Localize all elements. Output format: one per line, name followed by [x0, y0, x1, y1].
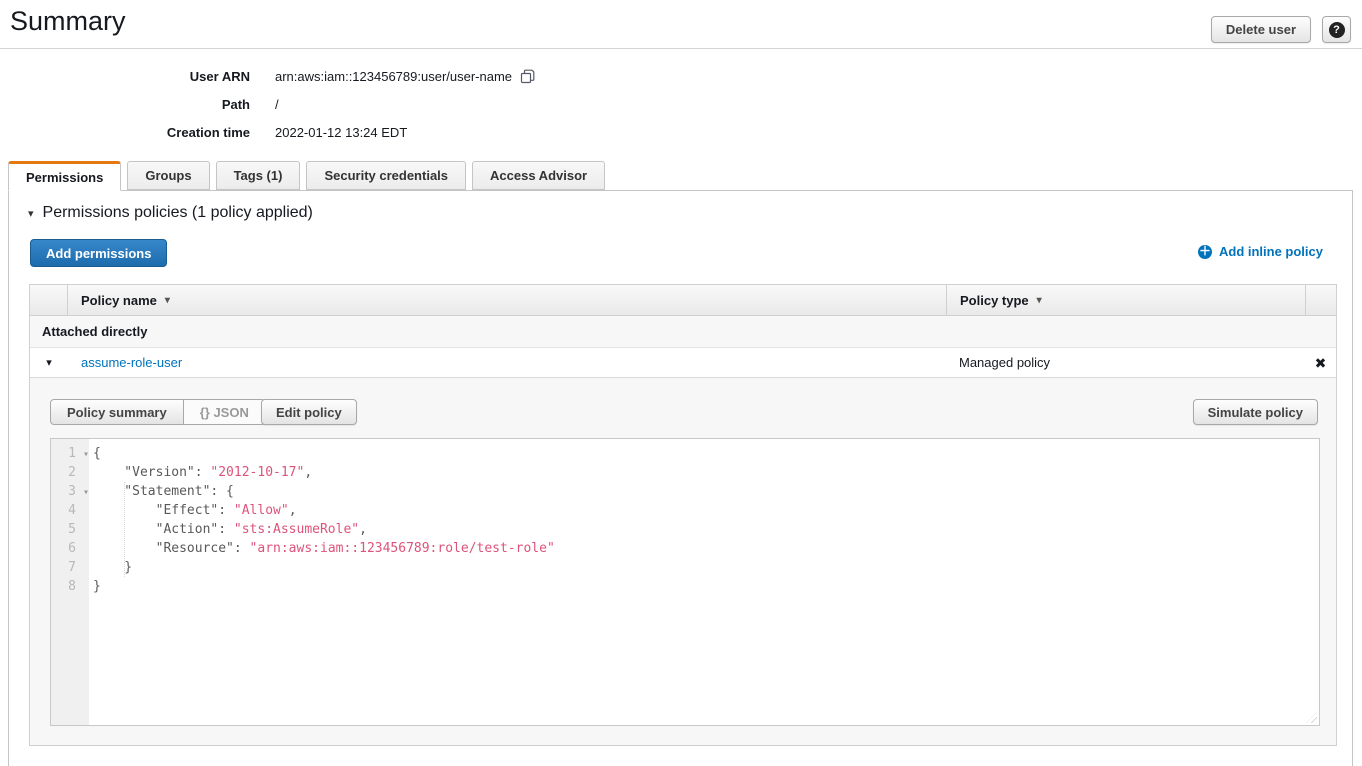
code-line: "Version": "2012-10-17",: [93, 463, 1319, 482]
policy-detail-expanded-area: Policy summary {} JSON Edit policy Simul…: [30, 378, 1336, 746]
policy-type-sort[interactable]: Policy type ▾: [960, 293, 1042, 308]
code-line: {: [93, 444, 1319, 463]
attached-directly-group-row: Attached directly: [30, 316, 1336, 348]
tab-tags[interactable]: Tags (1): [216, 161, 301, 190]
add-inline-policy-link[interactable]: ＋ Add inline policy: [1198, 244, 1323, 259]
code-line: }: [93, 558, 1319, 577]
header-actions: Delete user ?: [1211, 16, 1351, 43]
creation-time-row: Creation time 2022-01-12 13:24 EDT: [0, 118, 535, 146]
user-info: User ARN arn:aws:iam::123456789:user/use…: [0, 62, 535, 146]
creation-time-label: Creation time: [0, 125, 250, 140]
json-toggle-button[interactable]: {} JSON: [184, 399, 266, 425]
policy-detail-buttons: Policy summary {} JSON Edit policy Simul…: [50, 399, 1318, 425]
user-arn-text: arn:aws:iam::123456789:user/user-name: [275, 69, 512, 84]
tab-access-advisor[interactable]: Access Advisor: [472, 161, 605, 190]
copy-icon[interactable]: [520, 69, 535, 84]
permissions-policies-section-toggle[interactable]: ▾ Permissions policies (1 policy applied…: [28, 204, 313, 222]
code-line: "Action": "sts:AssumeRole",: [93, 520, 1319, 539]
simulate-policy-button[interactable]: Simulate policy: [1193, 399, 1318, 425]
user-arn-label: User ARN: [0, 69, 250, 84]
delete-user-button[interactable]: Delete user: [1211, 16, 1311, 43]
iam-user-summary-page: Summary Delete user ? User ARN arn:aws:i…: [0, 0, 1362, 766]
code-line: "Statement": {: [93, 482, 1319, 501]
remove-policy-x-icon[interactable]: ✖: [1315, 356, 1327, 370]
sort-caret-icon: ▾: [1037, 295, 1042, 306]
policy-type-cell: Managed policy: [946, 355, 1305, 370]
policy-table-header: Policy name ▾ Policy type ▾: [30, 285, 1336, 316]
page-title: Summary: [10, 6, 126, 37]
line-number: 4: [51, 501, 89, 520]
section-collapse-caret-icon: ▾: [28, 207, 34, 220]
question-mark-icon: ?: [1329, 22, 1345, 38]
section-title: Permissions policies (1 policy applied): [43, 204, 313, 222]
code-line: "Effect": "Allow",: [93, 501, 1319, 520]
policy-table: Policy name ▾ Policy type ▾ Attached dir…: [29, 284, 1337, 746]
policy-summary-button[interactable]: Policy summary: [50, 399, 184, 425]
json-policy-editor: 1▾23▾45678 { "Version": "2012-10-17", "S…: [50, 438, 1320, 726]
tab-permissions[interactable]: Permissions: [8, 161, 121, 191]
policy-name-link[interactable]: assume-role-user: [81, 355, 182, 370]
policy-type-column-header: Policy type ▾: [946, 285, 1305, 315]
tab-security-credentials[interactable]: Security credentials: [306, 161, 466, 190]
code-line: "Resource": "arn:aws:iam::123456789:role…: [93, 539, 1319, 558]
editor-gutter: 1▾23▾45678: [51, 439, 89, 725]
attached-directly-label: Attached directly: [30, 324, 147, 339]
help-button[interactable]: ?: [1322, 16, 1351, 43]
expand-column-header: [30, 285, 68, 315]
plus-circle-icon: ＋: [1198, 245, 1212, 259]
row-expand-caret-icon[interactable]: ▾: [46, 356, 52, 369]
path-value: /: [275, 97, 279, 112]
sort-caret-icon: ▾: [165, 295, 170, 306]
user-arn-value: arn:aws:iam::123456789:user/user-name: [275, 69, 535, 84]
tab-groups[interactable]: Groups: [127, 161, 209, 190]
line-number: 7: [51, 558, 89, 577]
user-arn-row: User ARN arn:aws:iam::123456789:user/use…: [0, 62, 535, 90]
add-permissions-button[interactable]: Add permissions: [30, 239, 167, 267]
line-number: 2: [51, 463, 89, 482]
table-row: ▾ assume-role-user Managed policy ✖: [30, 348, 1336, 378]
path-row: Path /: [0, 90, 535, 118]
code-line: }: [93, 577, 1319, 596]
policy-action-cell: ✖: [1305, 356, 1336, 370]
policy-name-column-header: Policy name ▾: [68, 293, 946, 308]
policy-name-header-label: Policy name: [81, 293, 157, 308]
line-number: 8: [51, 577, 89, 596]
action-column-header: [1305, 285, 1336, 315]
line-number: 1▾: [51, 444, 89, 463]
header-divider: [0, 48, 1362, 49]
path-label: Path: [0, 97, 250, 112]
tab-bar: Permissions Groups Tags (1) Security cre…: [8, 161, 611, 191]
policy-name-cell: assume-role-user: [68, 355, 946, 370]
editor-code-area[interactable]: { "Version": "2012-10-17", "Statement": …: [89, 439, 1319, 725]
row-expand-cell: ▾: [30, 356, 68, 369]
policy-type-header-label: Policy type: [960, 293, 1029, 308]
line-number: 5: [51, 520, 89, 539]
creation-time-value: 2022-01-12 13:24 EDT: [275, 125, 407, 140]
edit-policy-button[interactable]: Edit policy: [261, 399, 357, 425]
line-number: 6: [51, 539, 89, 558]
line-number: 3▾: [51, 482, 89, 501]
view-toggle-group: Policy summary {} JSON: [50, 399, 266, 425]
permissions-tab-panel: ▾ Permissions policies (1 policy applied…: [8, 190, 1353, 766]
policy-name-sort[interactable]: Policy name ▾: [81, 293, 946, 308]
add-inline-policy-label: Add inline policy: [1219, 244, 1323, 259]
